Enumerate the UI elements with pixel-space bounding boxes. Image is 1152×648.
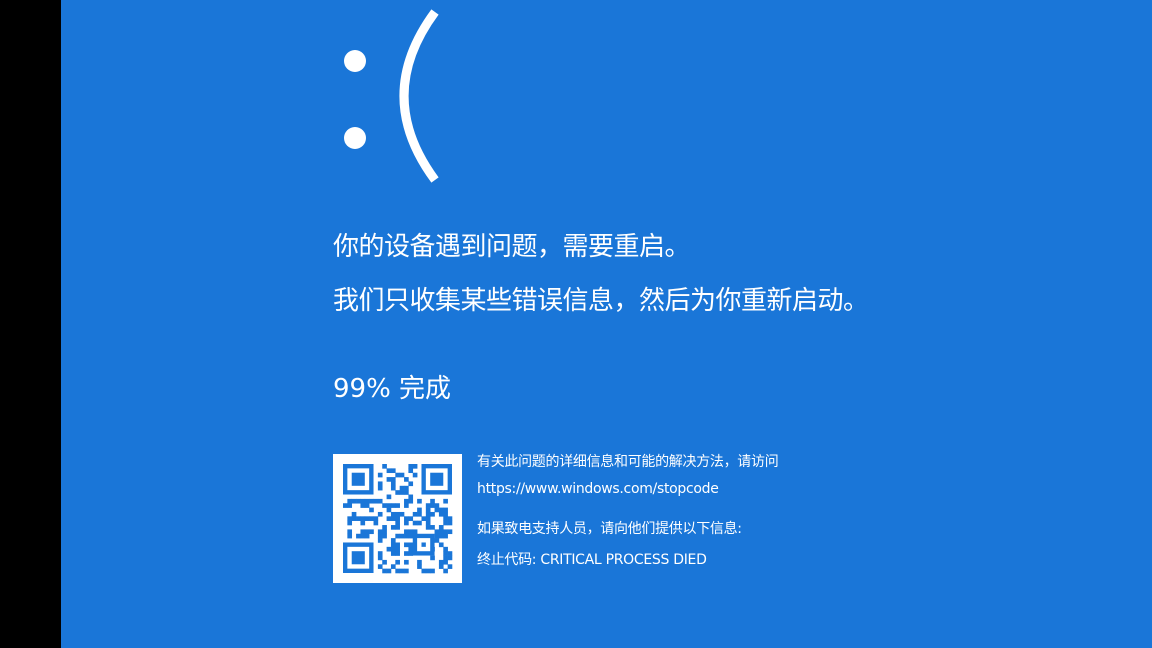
error-message-line-2: 我们只收集某些错误信息，然后为你重新启动。	[333, 286, 869, 316]
stopcode-url: https://www.windows.com/stopcode	[477, 481, 719, 497]
qr-code-icon	[333, 454, 462, 583]
stop-code: 终止代码: CRITICAL PROCESS DIED	[477, 552, 707, 568]
sad-face-emoticon	[333, 0, 453, 190]
error-message-line-1: 你的设备遇到问题，需要重启。	[333, 232, 691, 262]
help-text: 有关此问题的详细信息和可能的解决方法，请访问	[477, 454, 779, 470]
blue-screen: 你的设备遇到问题，需要重启。 我们只收集某些错误信息，然后为你重新启动。 99%…	[61, 0, 1152, 648]
progress-text: 99% 完成	[333, 374, 452, 404]
support-text: 如果致电支持人员，请向他们提供以下信息:	[477, 521, 742, 537]
